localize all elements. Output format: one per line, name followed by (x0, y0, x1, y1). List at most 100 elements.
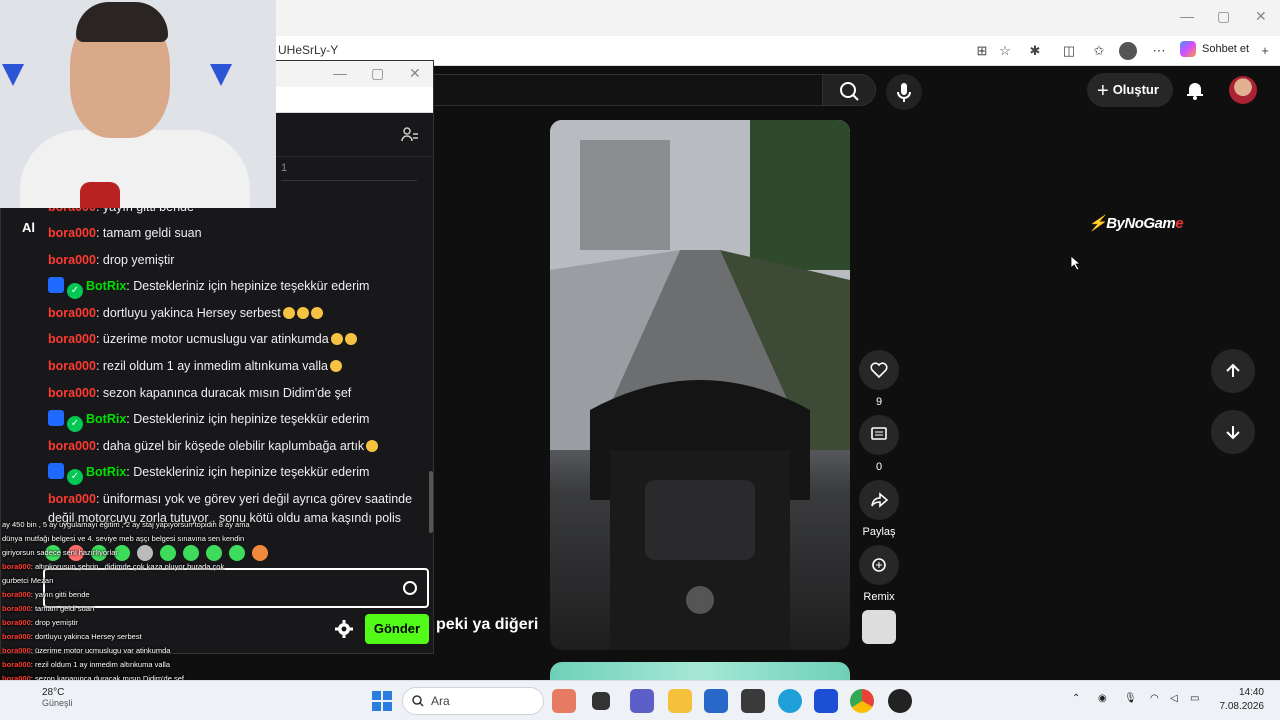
chat-username[interactable]: bora000 (48, 439, 96, 453)
chat-settings-gear-icon[interactable] (334, 619, 354, 639)
overlay-chat-line: giriyorsun sadece seni hazırlıyorlar (2, 546, 302, 560)
overlay-chat-line: bora000: altınkorusun şehrin , didimde ç… (2, 560, 302, 574)
weather-widget[interactable]: 28°C Güneşli (42, 687, 73, 708)
overlay-text: : üzerime motor ucmuslugu var atinkumda (30, 646, 171, 655)
app-available-icon[interactable]: ⊞ (973, 42, 991, 60)
chat-username[interactable]: bora000 (48, 226, 96, 240)
chrome-icon[interactable] (850, 689, 874, 713)
extensions-icon[interactable]: ✱ (1026, 42, 1044, 60)
windows-start-icon[interactable] (372, 691, 392, 711)
teams-icon[interactable] (630, 689, 654, 713)
profile-avatar[interactable] (1119, 42, 1137, 60)
store-icon[interactable] (704, 689, 728, 713)
clock-date[interactable]: 7.08.2026 (1208, 701, 1265, 712)
chat-message: bora000: drop yemiştir (48, 247, 428, 274)
sound-thumbnail[interactable] (862, 610, 896, 644)
edge-icon[interactable] (778, 689, 802, 713)
chat-maximize-icon[interactable]: ▢ (371, 65, 384, 82)
laughing-emoji-icon (344, 333, 357, 346)
vscode-icon[interactable] (814, 689, 838, 713)
overlay-text: gurbetci Mezarı (2, 576, 54, 585)
copilot-icon (1180, 41, 1196, 57)
overlay-text: : rezil oldum 1 ay inmedim altınkuma val… (30, 660, 171, 669)
short-title[interactable]: peki ya diğeri (436, 616, 538, 634)
chat-minimize-icon[interactable]: — (333, 65, 347, 81)
search-button[interactable] (822, 74, 876, 106)
chat-username[interactable]: bora000 (48, 332, 96, 346)
close-icon[interactable]: ✕ (1255, 8, 1267, 25)
overlay-chat-line: dünya mutfağı belgesi ve 4. seviye meb a… (2, 532, 302, 546)
next-short-button[interactable] (1211, 410, 1255, 454)
overlay-chat-line: bora000: yayın gitti bende (2, 588, 302, 602)
maximize-icon[interactable]: ▢ (1217, 8, 1230, 25)
chat-username[interactable]: BotRix (86, 412, 126, 426)
tray-chevron-icon[interactable]: ⌃ (1072, 693, 1080, 704)
taskbar-search[interactable]: Ara (402, 687, 544, 715)
overlay-chat-line: bora000: tamam geldi suan (2, 602, 302, 616)
chat-close-icon[interactable]: ✕ (409, 65, 421, 82)
share-button[interactable]: Paylaş (859, 480, 899, 538)
app-cube-icon[interactable] (741, 689, 765, 713)
chat-message: bora000: sezon kapanınca duracak mısın D… (48, 380, 428, 407)
favorites-icon[interactable]: ✩ (1090, 42, 1108, 60)
search-input[interactable] (432, 74, 822, 106)
split-screen-icon[interactable]: ◫ (1060, 42, 1078, 60)
notifications-bell-icon[interactable] (1183, 78, 1207, 102)
overlay-username: bora000 (2, 562, 31, 571)
overlay-text: ay 450 bin , 5 ay uygulamayı eğitim , 2 … (2, 520, 250, 529)
create-button[interactable]: + Oluştur (1087, 73, 1173, 107)
taskbar-app-icon[interactable] (552, 689, 576, 713)
chat-text: : üzerime motor ucmuslugu var atinkumda (95, 332, 329, 347)
user-settings-icon[interactable] (401, 126, 419, 144)
chat-subheader-count: 1 (281, 162, 288, 174)
url-text[interactable]: UHeSrLy-Y (278, 43, 338, 57)
chat-text: : sezon kapanınca duracak mısın Didim'de… (95, 385, 352, 400)
comments-button[interactable]: 0 (859, 415, 899, 473)
overlay-text: : yayın gitti bende (30, 590, 90, 599)
chat-message: bora000: dortluyu yakinca Hersey serbest (48, 300, 428, 327)
chat-text: : rezil oldum 1 ay inmedim altınkuma val… (95, 358, 328, 373)
decor-triangle-right (210, 64, 232, 86)
favorite-star-icon[interactable]: ☆ (996, 42, 1014, 60)
remix-button[interactable]: Remix (859, 545, 899, 603)
file-explorer-icon[interactable] (668, 689, 692, 713)
account-avatar[interactable] (1229, 76, 1257, 104)
obs-icon[interactable] (888, 689, 912, 713)
sidebar-label: Al (22, 220, 35, 235)
next-short-preview[interactable] (550, 662, 850, 682)
voice-search-button[interactable] (886, 74, 922, 110)
mouse-cursor-icon (1070, 255, 1082, 271)
chat-username[interactable]: bora000 (48, 359, 96, 373)
windows-taskbar: 28°C Güneşli Ara ⌃ ◉ 🎙 ◠ ◁ ▭ 14:40 7.08.2… (0, 680, 1280, 720)
tray-mic-icon[interactable]: 🎙 (1124, 693, 1137, 704)
chat-username[interactable]: bora000 (48, 253, 96, 267)
previous-short-button[interactable] (1211, 349, 1255, 393)
clock-time[interactable]: 14:40 (1220, 687, 1264, 698)
chat-username[interactable]: BotRix (86, 279, 126, 293)
laughing-emoji-icon (366, 439, 379, 452)
sidebar-add-icon[interactable]: + (1256, 42, 1274, 60)
overlay-chat-line: gurbetci Mezarı (2, 574, 302, 588)
tray-app-icon[interactable]: ◉ (1098, 693, 1107, 704)
chat-username[interactable]: bora000 (48, 386, 96, 400)
overlay-chat-line: bora000: rezil oldum 1 ay inmedim altınk… (2, 658, 302, 672)
like-button[interactable]: 9 (859, 350, 899, 408)
chat-message: bora000: üniforması yok ve görev yeri de… (48, 486, 428, 513)
overlay-text: : drop yemiştir (30, 618, 78, 627)
battery-icon[interactable]: ▭ (1190, 693, 1199, 704)
chat-username[interactable]: BotRix (86, 465, 126, 479)
short-video-player[interactable] (550, 120, 850, 650)
overlay-chat-line: bora000: drop yemiştir (2, 616, 302, 630)
volume-icon[interactable]: ◁ (1170, 693, 1178, 704)
wifi-icon[interactable]: ◠ (1150, 693, 1159, 704)
chat-username[interactable]: bora000 (48, 492, 96, 506)
task-view-icon[interactable] (592, 692, 610, 710)
minimize-icon[interactable]: — (1180, 8, 1194, 24)
chat-scrollbar[interactable] (429, 471, 433, 533)
decor-triangle-left (2, 64, 24, 86)
send-button[interactable]: Gönder (365, 614, 429, 644)
bot-badge-icon (48, 410, 64, 427)
chat-username[interactable]: bora000 (48, 306, 96, 320)
more-menu-icon[interactable]: ⋯ (1150, 42, 1168, 60)
emoji-picker-icon[interactable] (403, 581, 417, 595)
